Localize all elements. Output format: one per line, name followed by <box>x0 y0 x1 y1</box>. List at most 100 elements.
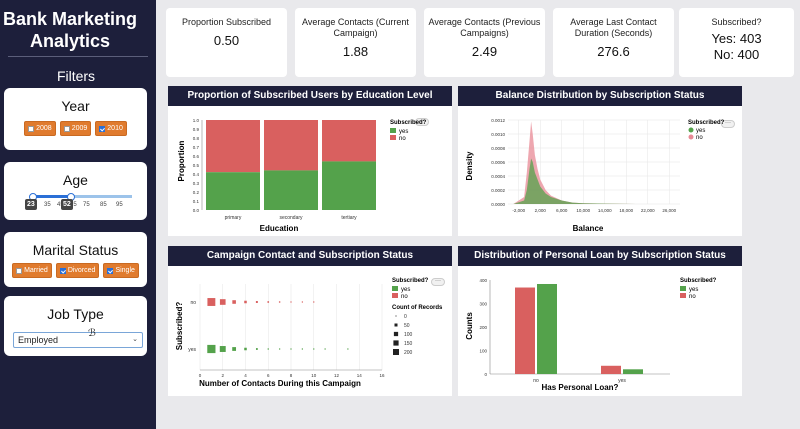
point-yes <box>279 348 281 350</box>
year-option-2010[interactable]: 2010 <box>95 121 127 136</box>
point-no <box>207 298 216 306</box>
checkbox[interactable] <box>107 267 114 274</box>
size-legend-label: 200 <box>404 350 413 356</box>
year-filter-card: Year 2008 2009 2010 <box>4 88 147 150</box>
y-axis-label: Counts <box>465 312 474 340</box>
age-slider-range <box>33 195 71 198</box>
y-tick-label: 0 <box>484 372 487 377</box>
x-tick-label: 22,000 <box>641 208 655 213</box>
year-option-2008[interactable]: 2008 <box>24 121 56 136</box>
y-axis-label: Subscribed? <box>175 302 184 351</box>
age-tick-label: 95 <box>116 202 123 208</box>
chevron-down-icon: ⌄ <box>132 336 138 343</box>
stat-label: Average Contacts (Current Campaign) <box>302 17 409 38</box>
x-tick-label: -2,000 <box>512 208 525 213</box>
y-tick-label: 0.0012 <box>491 118 505 123</box>
job-type-select[interactable]: Employed ⌄ <box>13 332 143 348</box>
point-no <box>255 301 258 303</box>
y-tick-label: 0.0004 <box>491 174 505 179</box>
legend-label-no: no <box>696 135 703 141</box>
campaign-chart: Subscribed? Number of Contacts During th… <box>175 278 443 388</box>
checkbox[interactable] <box>63 125 70 132</box>
density-area-yes <box>513 158 637 204</box>
marital-options: Married Divorced Single <box>4 263 147 278</box>
checkbox[interactable] <box>99 125 106 132</box>
x-tick-label: 6,000 <box>556 208 568 213</box>
point-no <box>278 301 281 303</box>
marital-option-label: Single <box>115 267 135 274</box>
bar-no <box>264 120 318 171</box>
point-yes <box>255 348 258 350</box>
year-option-label: 2009 <box>71 125 88 132</box>
legend-swatch-yes <box>392 286 398 291</box>
y-tick-label: 0.6 <box>193 154 200 159</box>
job-filter-card: Job Type Employed ⌄ ℬ <box>4 296 147 356</box>
y-tick-label: 0.1 <box>193 199 200 204</box>
legend-label-yes: yes <box>696 128 705 134</box>
y-tick-label: 0.3 <box>193 181 200 186</box>
stat-card: Average Contacts (Previous Campaigns) 2.4… <box>424 8 545 77</box>
bar-no <box>601 365 621 374</box>
x-tick-label: 10 <box>311 373 317 378</box>
year-option-label: 2008 <box>36 125 52 132</box>
loan-chart-panel: Distribution of Personal Loan by Subscri… <box>458 246 742 396</box>
loan-chart-title: Distribution of Personal Loan by Subscri… <box>458 246 742 266</box>
marital-option-label: Divorced <box>67 267 96 274</box>
x-tick-label: 2,000 <box>535 208 547 213</box>
size-legend-swatch <box>393 331 399 337</box>
legend-swatch-yes <box>390 128 396 133</box>
y-tick-label: 0.5 <box>193 163 200 168</box>
checkbox[interactable] <box>16 267 23 274</box>
x-tick-label: primary <box>225 215 242 221</box>
y-axis-label: Proportion <box>177 140 186 181</box>
legend-swatch-yes <box>688 127 694 133</box>
point-yes <box>301 348 303 350</box>
bar-yes <box>206 172 260 210</box>
balance-chart: Density Balance Subscribed? yes no 0.000… <box>465 118 725 233</box>
stat-card: Average Contacts (Current Campaign) 1.88 <box>295 8 416 77</box>
x-axis-label: Education <box>260 224 299 233</box>
loan-chart: Counts Has Personal Loan? Subscribed? ye… <box>465 278 717 392</box>
marital-option-married[interactable]: Married <box>12 263 52 278</box>
x-tick-label: 4 <box>244 373 247 378</box>
bar-no <box>515 287 535 374</box>
size-legend-label: 100 <box>404 332 413 338</box>
size-legend-label: 50 <box>404 323 410 329</box>
legend-title: Subscribed? <box>392 278 429 284</box>
x-tick-label: 12 <box>334 373 340 378</box>
size-legend: 0 50 100 150 200 <box>393 314 413 356</box>
legend-swatch-no <box>688 134 694 140</box>
x-axis-label: Has Personal Loan? <box>542 383 619 392</box>
x-tick-label: 8 <box>290 373 293 378</box>
y-tick-label: 0.0006 <box>491 160 505 165</box>
legend-label-yes: yes <box>401 287 410 293</box>
point-yes <box>232 347 237 351</box>
point-no <box>313 301 315 303</box>
x-tick-label: 26,000 <box>662 208 676 213</box>
size-legend-label: 0 <box>404 314 407 320</box>
checkbox[interactable] <box>28 125 35 132</box>
y-tick-label: 0.8 <box>193 136 200 141</box>
checkbox[interactable] <box>59 267 66 274</box>
y-tick-label: 0.7 <box>193 145 200 150</box>
y-tick-label: 1.0 <box>193 118 200 123</box>
stat-value: 0.50 <box>213 33 240 48</box>
marital-filter-title: Marital Status <box>32 242 119 258</box>
age-tick-label: 35 <box>44 202 51 208</box>
size-legend-swatch <box>393 349 399 355</box>
bar-no <box>322 120 376 162</box>
point-yes <box>347 348 349 350</box>
legend-title: Subscribed? <box>680 278 717 284</box>
marital-option-single[interactable]: Single <box>103 263 139 278</box>
marital-option-divorced[interactable]: Divorced <box>55 263 100 278</box>
x-axis-label: Number of Contacts During this Campaign <box>199 379 361 388</box>
bar-no <box>206 120 260 173</box>
point-no <box>267 301 270 303</box>
y-tick-label: yes <box>188 347 196 353</box>
x-tick-label: tertiary <box>341 215 357 221</box>
year-option-2009[interactable]: 2009 <box>59 121 92 136</box>
stat-label: Average Last Contact Duration (Seconds) <box>570 17 657 38</box>
point-yes <box>290 348 292 350</box>
y-tick-label: 100 <box>479 349 487 354</box>
stat-label: Average Contacts (Previous Campaigns) <box>428 17 541 38</box>
